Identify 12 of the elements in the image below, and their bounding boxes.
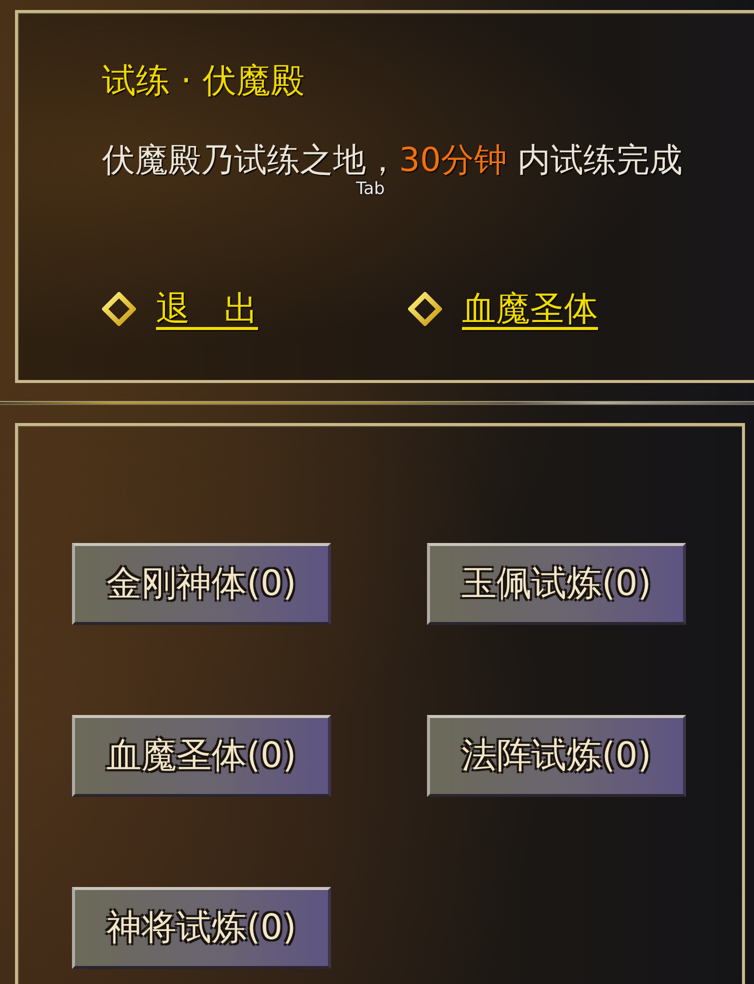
key-hint-label: Tab [356,180,385,198]
trial-button[interactable]: 神将试炼(0) [72,887,331,969]
trial-button[interactable]: 金刚神体(0) [72,543,331,625]
menu-link[interactable]: 退 出 [102,285,258,333]
panel-title: 试练 · 伏魔殿 [102,60,304,103]
trial-button[interactable]: 法阵试炼(0) [427,715,686,797]
diamond-icon [408,292,442,326]
trial-button[interactable]: 血魔圣体(0) [72,715,331,797]
menu-link[interactable]: 血魔圣体 [408,285,598,333]
diamond-icon [102,292,136,326]
description-text: 伏魔殿乃试练之地，30分钟 内试练完成 [102,141,682,179]
trial-button[interactable]: 玉佩试炼(0) [427,543,686,625]
